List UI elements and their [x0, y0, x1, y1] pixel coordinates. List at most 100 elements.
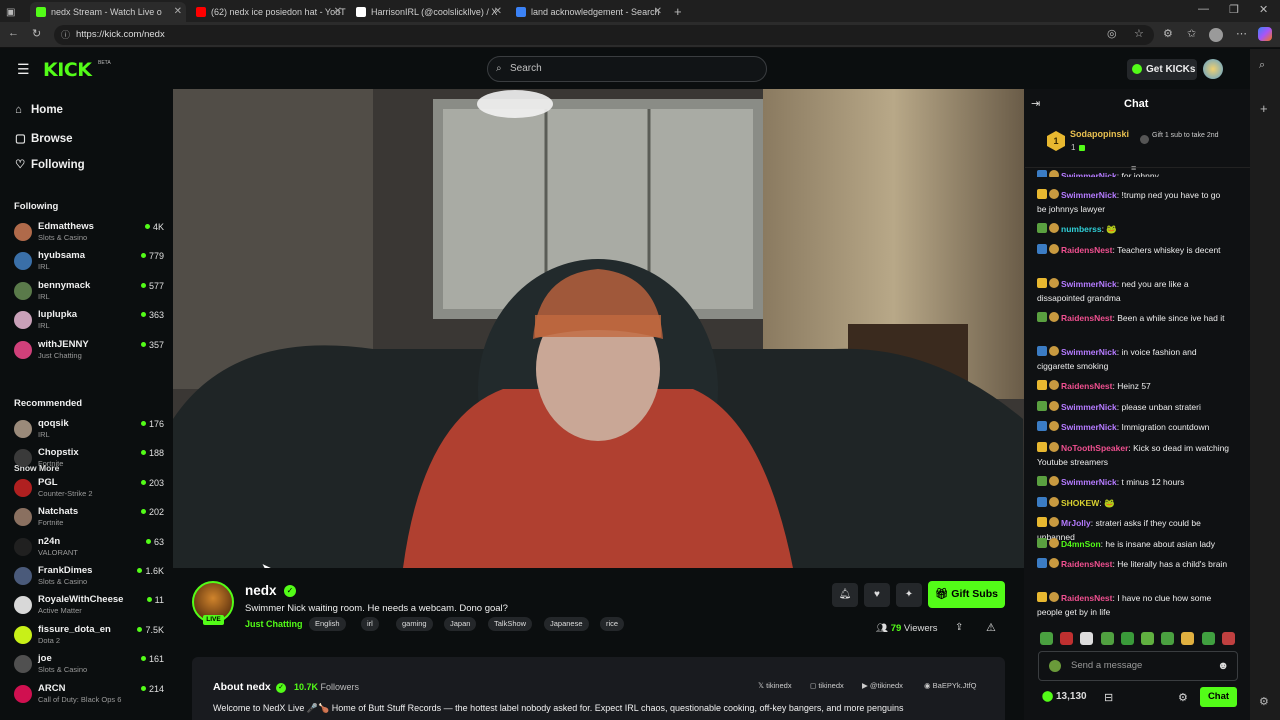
search-input[interactable]: ⌕ Search [487, 56, 767, 82]
chat-username[interactable]: MrJolly [1061, 518, 1091, 528]
chat-settings-icon[interactable]: ⚙ [1178, 691, 1188, 704]
minimize-icon[interactable]: — [1198, 3, 1209, 15]
video-player[interactable] [173, 89, 1024, 568]
channel-row[interactable]: bennymack IRL 577 [14, 279, 164, 305]
maximize-icon[interactable]: ❐ [1229, 3, 1239, 16]
site-info-icon[interactable]: ⓘ [61, 25, 70, 45]
emote-icon[interactable] [1060, 632, 1074, 645]
browser-tab-1[interactable]: nedx Stream - Watch Live o ✕ [30, 2, 186, 22]
leaderboard-user[interactable]: Sodapopinski [1070, 129, 1129, 139]
chat-username[interactable]: RaidensNest [1061, 381, 1113, 391]
collapse-chat-icon[interactable]: ⇥ [1031, 97, 1040, 110]
favorite-star-icon[interactable]: ☆ [1134, 27, 1144, 40]
stream-tag[interactable]: Japan [444, 617, 477, 631]
add-sidebar-icon[interactable]: + [1260, 101, 1268, 116]
chat-username[interactable]: D4mnSon [1061, 539, 1101, 549]
channel-row[interactable]: Natchats Fortnite 202 [14, 505, 164, 531]
emote-icon[interactable] [1221, 632, 1235, 645]
kick-logo[interactable]: KICK [43, 59, 92, 81]
chat-username[interactable]: SwimmerNick [1061, 347, 1117, 357]
chat-username[interactable]: SwimmerNick [1061, 279, 1117, 289]
url-field[interactable]: ⓘ https://kick.com/nedx [54, 25, 1154, 45]
gift-subs-button[interactable]: 🎁︎ Gift Subs [928, 581, 1005, 608]
back-icon[interactable]: ← [8, 27, 19, 39]
chat-username[interactable]: RaidensNest [1061, 245, 1113, 255]
notification-bell-button[interactable]: 🔔︎ [832, 583, 858, 607]
channel-row[interactable]: ARCN Call of Duty: Black Ops 6 214 [14, 682, 164, 708]
emote-icon[interactable] [1120, 632, 1134, 645]
sidebar-item-following[interactable]: ♡ Following [15, 157, 85, 171]
stream-tag[interactable]: English [309, 617, 346, 631]
emote-icon[interactable] [1201, 632, 1215, 645]
channel-row[interactable]: joe Slots & Casino 161 [14, 652, 164, 678]
new-tab-icon[interactable]: + [674, 4, 682, 19]
get-kicks-button[interactable]: Get KICKs [1127, 59, 1197, 80]
close-window-icon[interactable]: ✕ [1259, 3, 1268, 16]
chat-username[interactable]: SwimmerNick [1061, 171, 1117, 178]
close-tab-icon[interactable]: ✕ [654, 6, 662, 17]
menu-icon[interactable]: ☰ [17, 61, 30, 78]
user-avatar[interactable] [1203, 59, 1223, 79]
channel-row[interactable]: FrankDimes Slots & Casino 1.6K [14, 564, 164, 590]
favorites-icon[interactable]: ✩ [1187, 27, 1196, 40]
emote-icon[interactable] [1100, 632, 1114, 645]
search-sidebar-icon[interactable]: ⌕ [1259, 59, 1265, 72]
channel-row[interactable]: luplupka IRL 363 [14, 308, 164, 334]
chat-username[interactable]: SwimmerNick [1061, 402, 1117, 412]
report-icon[interactable]: ⚠ [986, 621, 996, 634]
social-instagram-link[interactable]: ◻ tikinedx [810, 681, 844, 690]
sidebar-item-home[interactable]: ⌂ Home [15, 104, 63, 116]
emote-icon[interactable] [1080, 632, 1094, 645]
sidebar-settings-icon[interactable]: ⚙ [1259, 695, 1269, 708]
channel-points[interactable]: ⬤ 13,130 [1042, 691, 1087, 702]
emote-icon[interactable] [1141, 632, 1154, 645]
streamer-name[interactable]: nedx [245, 583, 277, 598]
chat-username[interactable]: SwimmerNick [1061, 422, 1117, 432]
more-menu-icon[interactable]: ⋯ [1236, 27, 1247, 40]
stream-tag[interactable]: rice [600, 617, 625, 631]
social-youtube-link[interactable]: ▶ @tikinedx [862, 681, 903, 690]
chat-username[interactable]: NoToothSpeaker [1061, 443, 1128, 453]
chat-message-input[interactable]: Send a message ☻ [1038, 651, 1238, 681]
channel-row[interactable]: hyubsama IRL 779 [14, 249, 164, 275]
chat-send-button[interactable]: Chat [1200, 687, 1237, 707]
stream-tag[interactable]: Japanese [544, 617, 589, 631]
refresh-icon[interactable]: ↻ [32, 27, 41, 40]
channel-row[interactable]: Edmatthews Slots & Casino 4K [14, 220, 164, 246]
channel-row[interactable]: qoqsik IRL 176 [14, 417, 164, 443]
stream-tag[interactable]: irl [361, 617, 379, 631]
browser-tab-2[interactable]: (62) nedx ice posiedon hat - YouT ✕ [190, 2, 346, 22]
copilot-icon[interactable] [1258, 27, 1272, 41]
emote-icon[interactable] [1181, 632, 1195, 645]
close-tab-icon[interactable]: ✕ [494, 6, 502, 17]
browser-tab-4[interactable]: land acknowledgement - Search ✕ [510, 2, 666, 22]
browser-tab-3[interactable]: HarrisonIRL (@coolslickllve) / X ✕ [350, 2, 506, 22]
emote-icon[interactable] [1040, 632, 1053, 645]
category-link[interactable]: Just Chatting [245, 619, 303, 629]
stream-tag[interactable]: TalkShow [488, 617, 533, 631]
channel-row[interactable]: Chopstix Fortnite 188 [14, 446, 164, 472]
chat-username[interactable]: SwimmerNick [1061, 190, 1117, 200]
close-tab-icon[interactable]: ✕ [334, 6, 342, 17]
social-discord-link[interactable]: ◉ BaEPYk.JtfQ [924, 681, 976, 690]
channel-row[interactable]: RoyaleWithCheese Active Matter 11 [14, 593, 164, 619]
channel-row[interactable]: withJENNY Just Chatting 357 [14, 338, 164, 364]
chat-username[interactable]: RaidensNest [1061, 559, 1113, 569]
chat-username[interactable]: RaidensNest [1061, 313, 1113, 323]
gift-shop-icon[interactable]: ⊟ [1104, 691, 1113, 704]
chat-username[interactable]: RaidensNest [1061, 593, 1113, 603]
emoji-picker-icon[interactable]: ☻ [1217, 652, 1229, 680]
reader-icon[interactable]: ◎ [1107, 27, 1117, 40]
chat-username[interactable]: numberss [1061, 224, 1102, 234]
social-x-link[interactable]: 𝕏 tikinedx [758, 681, 792, 690]
channel-row[interactable]: fissure_dota_en Dota 2 7.5K [14, 623, 164, 649]
chat-username[interactable]: SwimmerNick [1061, 477, 1117, 487]
sidebar-item-browse[interactable]: ▢ Browse [15, 131, 73, 145]
channel-row[interactable]: PGL Counter-Strike 2 203 [14, 476, 164, 502]
profile-avatar[interactable] [1209, 28, 1223, 42]
tab-actions-button[interactable]: ▣ [0, 2, 28, 22]
extensions-icon[interactable]: ⚙ [1163, 27, 1173, 40]
chat-username[interactable]: SHOKEW [1061, 498, 1099, 508]
stream-tag[interactable]: gaming [396, 617, 433, 631]
follow-button[interactable]: ♥ [864, 583, 890, 607]
